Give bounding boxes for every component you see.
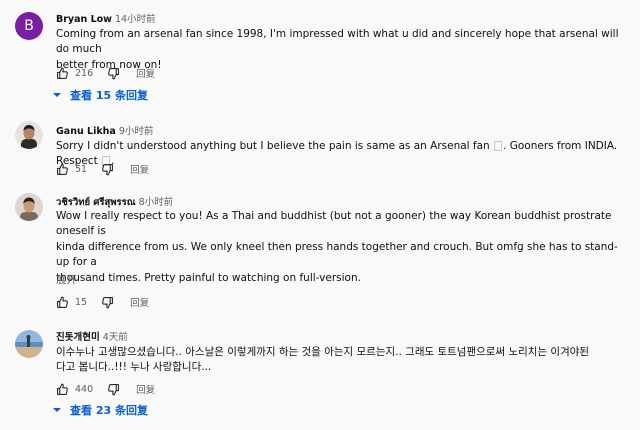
view-replies-button[interactable]: 查看 23 条回复 xyxy=(52,401,148,419)
author-name[interactable]: 진돗개현미 xyxy=(56,332,100,343)
author-name[interactable]: วชิรวิทย์ ศรีสุพรรณ xyxy=(56,197,136,208)
reply-button[interactable]: 回复 xyxy=(136,66,155,80)
thumbs-down-icon xyxy=(102,296,113,308)
reply-button[interactable]: 回复 xyxy=(130,295,149,309)
avatar[interactable] xyxy=(15,121,43,149)
reply-button[interactable]: 回复 xyxy=(136,382,155,396)
thumbs-up-icon xyxy=(57,296,68,308)
like-button[interactable] xyxy=(56,296,69,309)
author-name[interactable]: Bryan Low xyxy=(56,14,112,25)
avatar[interactable] xyxy=(15,330,43,358)
author-name[interactable]: Ganu Likha xyxy=(56,126,116,137)
timestamp[interactable]: 4天前 xyxy=(103,332,128,343)
thumbs-down-icon xyxy=(108,67,120,79)
comment-text-line: 이수누나 고생많으셨습니다.. 아스날은 이렇게까지 하는 것을 아는지 모르는… xyxy=(56,346,590,358)
placeholder-glyph-icon xyxy=(494,141,503,151)
view-replies-label: 查看 23 条回复 xyxy=(70,404,148,417)
comment-text-line: Coming from an arsenal fan since 1998, I… xyxy=(56,28,619,56)
comment-actions: 216 回复 xyxy=(56,65,155,81)
thumbs-up-icon xyxy=(57,67,68,79)
like-count: 440 xyxy=(75,383,94,395)
comment-actions: 51 回复 xyxy=(56,161,149,177)
thumbs-down-icon xyxy=(102,163,113,175)
dislike-button[interactable] xyxy=(107,383,120,396)
truncation-ellipsis: ... xyxy=(56,256,66,267)
avatar-letter: B xyxy=(24,18,34,34)
comment-text-part: Sorry I didn't understood anything but I… xyxy=(56,140,490,152)
chevron-down-icon xyxy=(53,93,61,97)
avatar-photo xyxy=(15,193,43,221)
comment-text: Wow I really respect to you! As a Thai a… xyxy=(56,209,626,286)
comment-header: Ganu Likha 9小时前 xyxy=(56,123,153,137)
comment-header: วชิรวิทย์ ศรีสุพรรณ 8小时前 xyxy=(56,194,173,210)
avatar-photo xyxy=(15,121,43,149)
timestamp[interactable]: 14小时前 xyxy=(115,14,156,25)
comment-text-line: kinda difference from us. We only kneel … xyxy=(56,240,618,269)
like-button[interactable] xyxy=(56,163,69,176)
dislike-button[interactable] xyxy=(107,67,120,80)
comment-actions: 15 回复 xyxy=(56,294,149,310)
comment-text-line: 다고 봅니다..!!! 누나 사랑합니다... xyxy=(56,361,212,374)
like-count: 51 xyxy=(75,163,88,175)
avatar-photo xyxy=(15,330,43,358)
comment-text: 이수누나 고생많으셨습니다.. 아스날은 이렇게까지 하는 것을 아는지 모르는… xyxy=(56,345,626,376)
expand-button[interactable]: 展开 xyxy=(56,272,77,287)
thumbs-up-icon xyxy=(57,163,68,175)
view-replies-button[interactable]: 查看 15 条回复 xyxy=(52,86,148,104)
view-replies-label: 查看 15 条回复 xyxy=(70,89,148,102)
thumbs-up-icon xyxy=(57,383,68,395)
chevron-down-icon xyxy=(53,408,61,412)
comment-actions: 440 回复 xyxy=(56,381,155,397)
like-button[interactable] xyxy=(56,383,69,396)
comment-text-line: thousand times. Pretty painful to watchi… xyxy=(56,271,361,284)
comment-text-line: Wow I really respect to you! As a Thai a… xyxy=(56,210,612,238)
comment-header: 진돗개현미 4天前 xyxy=(56,329,128,343)
dislike-button[interactable] xyxy=(101,163,114,176)
like-count: 15 xyxy=(75,296,88,308)
timestamp[interactable]: 8小时前 xyxy=(139,197,174,208)
like-count: 216 xyxy=(75,67,94,79)
avatar[interactable] xyxy=(15,193,43,221)
timestamp[interactable]: 9小时前 xyxy=(119,126,154,137)
like-button[interactable] xyxy=(56,67,69,80)
thumbs-down-icon xyxy=(108,383,120,395)
comment-header: Bryan Low 14小时前 xyxy=(56,11,156,25)
avatar[interactable]: B xyxy=(15,12,43,40)
reply-button[interactable]: 回复 xyxy=(130,162,149,176)
dislike-button[interactable] xyxy=(101,296,114,309)
